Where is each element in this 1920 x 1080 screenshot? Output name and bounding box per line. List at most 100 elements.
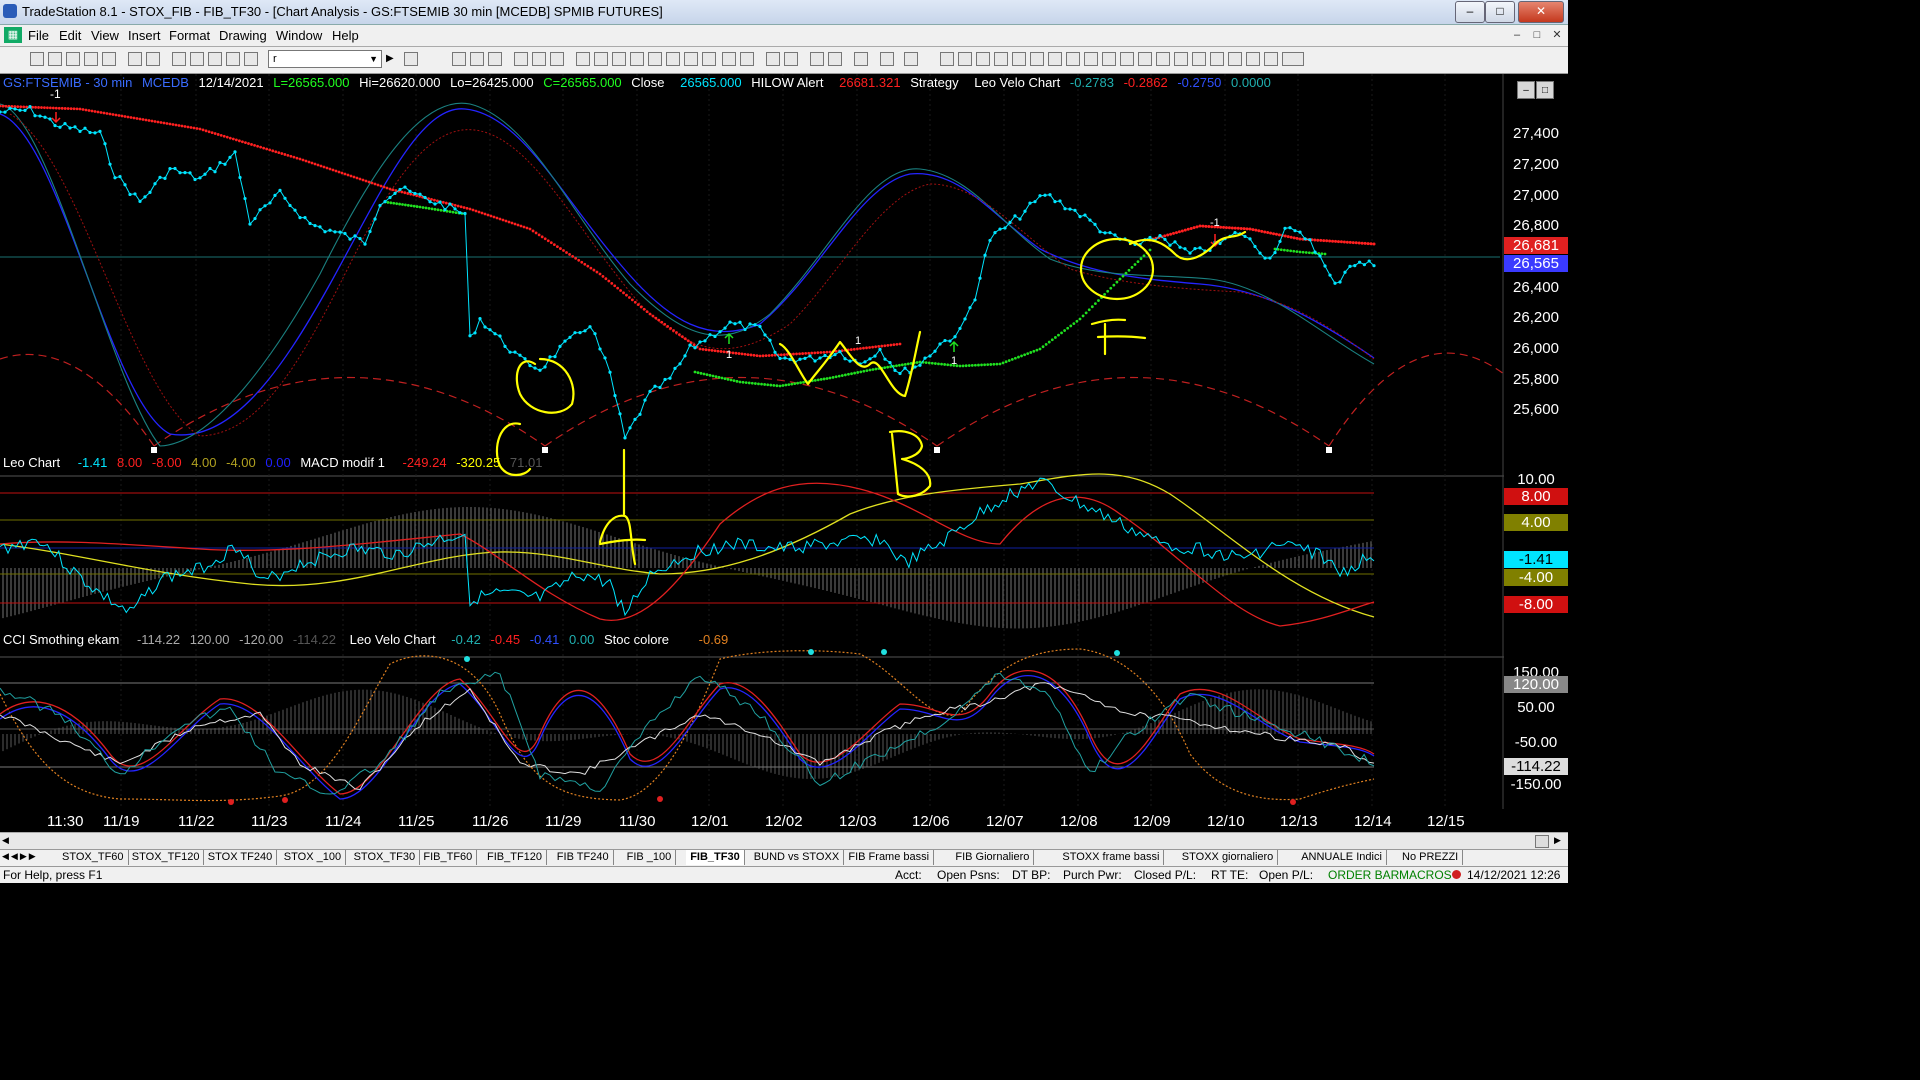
- options-icon[interactable]: [532, 52, 546, 66]
- chevron-down-icon[interactable]: ▼: [369, 51, 378, 67]
- vertical-line-icon[interactable]: [958, 52, 972, 66]
- open-icon[interactable]: [48, 52, 62, 66]
- check-icon[interactable]: [1192, 52, 1206, 66]
- workspace-tab[interactable]: STOXX giornaliero: [1178, 850, 1279, 865]
- symbol-input[interactable]: r ▼: [268, 50, 382, 68]
- chart-icon[interactable]: [452, 52, 466, 66]
- news-icon[interactable]: [550, 52, 564, 66]
- regression-icon[interactable]: [1066, 52, 1080, 66]
- chart-window-icon[interactable]: ▦: [4, 27, 22, 43]
- indicator-icon[interactable]: [594, 52, 608, 66]
- tools-icon[interactable]: [854, 52, 868, 66]
- scroll-thumb[interactable]: [1535, 835, 1549, 848]
- workspace-tab[interactable]: STOX_TF30: [350, 850, 421, 865]
- analysis-icon[interactable]: [612, 52, 626, 66]
- workspace-icon[interactable]: [102, 52, 116, 66]
- matrix-icon[interactable]: [488, 52, 502, 66]
- close-button[interactable]: ✕: [1518, 1, 1564, 23]
- chart-area[interactable]: -1111-1: [0, 74, 1568, 832]
- gear-icon[interactable]: [244, 52, 258, 66]
- maximize-button[interactable]: □: [1485, 1, 1515, 23]
- format-icon[interactable]: [630, 52, 644, 66]
- speed-lines-icon[interactable]: [1048, 52, 1062, 66]
- pane-minimize-icon[interactable]: –: [1517, 81, 1535, 99]
- crosshair-icon[interactable]: [828, 52, 842, 66]
- compress-icon[interactable]: [740, 52, 754, 66]
- menu-file[interactable]: File: [28, 28, 49, 43]
- workspace-tab[interactable]: FIB _100: [623, 850, 677, 865]
- expand-icon[interactable]: [722, 52, 736, 66]
- workspace-tab[interactable]: FIB Giornaliero: [951, 850, 1035, 865]
- menu-format[interactable]: Format: [169, 28, 210, 43]
- order-bar-button[interactable]: ORDER BAR: [1328, 868, 1399, 882]
- fib-retracement-icon[interactable]: [1012, 52, 1026, 66]
- mdi-close-icon[interactable]: ✕: [1548, 27, 1566, 43]
- zoom-in-icon[interactable]: [766, 52, 780, 66]
- menu-window[interactable]: Window: [276, 28, 322, 43]
- mdi-restore-icon[interactable]: □: [1528, 27, 1546, 43]
- fib-time-icon[interactable]: [1102, 52, 1116, 66]
- new-icon[interactable]: [30, 52, 44, 66]
- arc-icon[interactable]: [1138, 52, 1152, 66]
- andrews-icon[interactable]: [1084, 52, 1098, 66]
- paste-icon[interactable]: [208, 52, 222, 66]
- workspace-tab[interactable]: STOX TF240: [204, 850, 278, 865]
- fan-icon[interactable]: [1156, 52, 1170, 66]
- pointer-icon[interactable]: [810, 52, 824, 66]
- scanner-icon[interactable]: [514, 52, 528, 66]
- horizontal-scrollbar[interactable]: ◀ ▶: [0, 832, 1568, 849]
- save-icon[interactable]: [66, 52, 80, 66]
- workspace-tab[interactable]: BUND vs STOXX: [750, 850, 845, 865]
- workspace-tab[interactable]: STOX_TF60: [58, 850, 129, 865]
- workspace-tab[interactable]: STOXX frame bassi: [1058, 850, 1165, 865]
- workspace-tab[interactable]: FIB TF240: [553, 850, 614, 865]
- menu-insert[interactable]: Insert: [128, 28, 161, 43]
- gann-icon[interactable]: [1030, 52, 1044, 66]
- print-icon[interactable]: [128, 52, 142, 66]
- zoom-out-icon[interactable]: [784, 52, 798, 66]
- strategy-icon[interactable]: [576, 52, 590, 66]
- channel-icon[interactable]: [994, 52, 1008, 66]
- pane-restore-icon[interactable]: □: [1536, 81, 1554, 99]
- menu-edit[interactable]: Edit: [59, 28, 81, 43]
- cut-icon[interactable]: [172, 52, 186, 66]
- workspace-tab[interactable]: FIB_TF30: [686, 850, 745, 865]
- mdi-minimize-icon[interactable]: –: [1508, 27, 1526, 43]
- workspace-tab[interactable]: FIB_TF60: [419, 850, 478, 865]
- workspace-tab[interactable]: STOX_TF120: [128, 850, 205, 865]
- print-preview-icon[interactable]: [146, 52, 160, 66]
- scroll-right-icon[interactable]: ▶: [1554, 835, 1561, 846]
- cycle-icon[interactable]: [1120, 52, 1134, 66]
- pen-icon[interactable]: [1174, 52, 1188, 66]
- workspace-tab[interactable]: STOX _100: [280, 850, 347, 865]
- scroll-left-icon[interactable]: ◀: [2, 835, 9, 846]
- workspace-tab[interactable]: No PREZZI: [1398, 850, 1464, 865]
- macros-button[interactable]: MACROS: [1399, 868, 1452, 882]
- data-window-icon[interactable]: [648, 52, 662, 66]
- line-chart-icon[interactable]: [702, 52, 716, 66]
- menu-help[interactable]: Help: [332, 28, 359, 43]
- rectangle-icon[interactable]: [1264, 52, 1278, 66]
- workspace-tab[interactable]: ANNUALE Indici: [1297, 850, 1387, 865]
- trendline-icon[interactable]: [940, 52, 954, 66]
- up-arrow-icon[interactable]: [1228, 52, 1242, 66]
- copy-icon[interactable]: [190, 52, 204, 66]
- workspace-tab[interactable]: FIB Frame bassi: [844, 850, 935, 865]
- bar-chart-icon[interactable]: [666, 52, 680, 66]
- menu-view[interactable]: View: [91, 28, 119, 43]
- lock-icon[interactable]: [226, 52, 240, 66]
- order-icon[interactable]: [880, 52, 894, 66]
- save-all-icon[interactable]: [84, 52, 98, 66]
- symbol-lookup-icon[interactable]: [404, 52, 418, 66]
- menu-drawing[interactable]: Drawing: [219, 28, 267, 43]
- go-arrow-icon[interactable]: ▶: [386, 52, 400, 66]
- down-arrow-icon[interactable]: [1210, 52, 1224, 66]
- text-icon[interactable]: [1282, 52, 1304, 66]
- horizontal-line-icon[interactable]: [976, 52, 990, 66]
- workspace-tab[interactable]: FIB_TF120: [483, 850, 548, 865]
- delete-icon[interactable]: [904, 52, 918, 66]
- minimize-button[interactable]: –: [1455, 1, 1485, 23]
- ellipse-icon[interactable]: [1246, 52, 1260, 66]
- candle-icon[interactable]: [684, 52, 698, 66]
- radar-icon[interactable]: [470, 52, 484, 66]
